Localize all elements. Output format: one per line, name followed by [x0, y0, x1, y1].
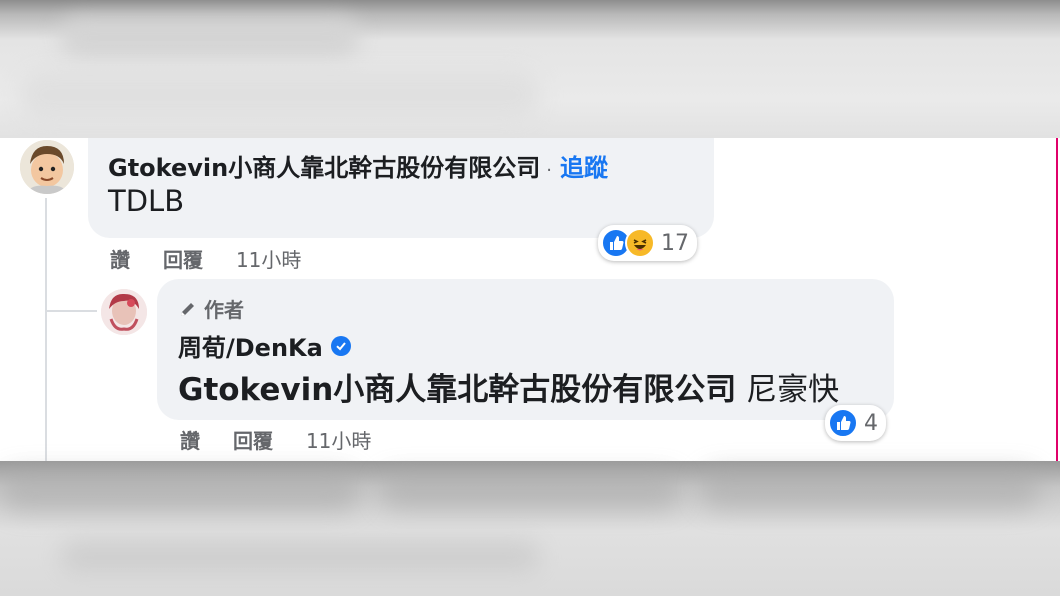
- separator: ·: [546, 160, 552, 181]
- like-button[interactable]: 讚: [180, 425, 200, 454]
- timestamp[interactable]: 11小時: [306, 425, 371, 454]
- blurred-shape: [20, 70, 540, 120]
- blurred-shape: [60, 18, 360, 58]
- comment-actions: 讚 回覆 11小時: [110, 244, 327, 273]
- reply-author-name[interactable]: 周荀/DenKa: [178, 328, 323, 363]
- blurred-shape: [0, 471, 360, 511]
- blurred-shape: [700, 469, 1040, 509]
- reply-button[interactable]: 回覆: [163, 244, 203, 273]
- profile-photo-icon: [101, 289, 147, 335]
- author-badge: 作者: [178, 294, 244, 323]
- blurred-background-bottom: [0, 461, 1060, 596]
- reply-actions: 讚 回覆 11小時: [180, 425, 397, 454]
- follow-button[interactable]: 追蹤: [560, 154, 608, 182]
- reaction-summary[interactable]: 4: [825, 405, 886, 441]
- comment-author-name[interactable]: Gtokevin小商人靠北幹古股份有限公司: [108, 154, 540, 182]
- blurred-shape: [60, 541, 540, 571]
- cartoon-avatar-icon: [20, 140, 74, 194]
- blurred-background-top: [0, 0, 1060, 138]
- reaction-summary[interactable]: 17: [598, 225, 697, 261]
- comment-text: TDLB: [108, 184, 185, 218]
- like-button[interactable]: 讚: [110, 244, 130, 273]
- like-icon: [828, 408, 858, 438]
- reply-button[interactable]: 回覆: [233, 425, 273, 454]
- reply-body: 尼豪快: [746, 372, 840, 408]
- reaction-count: 17: [661, 230, 689, 256]
- mention-link[interactable]: Gtokevin小商人靠北幹古股份有限公司: [178, 372, 736, 408]
- thread-connector-horizontal: [45, 310, 97, 312]
- reply-text: Gtokevin小商人靠北幹古股份有限公司 尼豪快: [178, 364, 839, 409]
- blurred-shape: [380, 473, 680, 509]
- avatar[interactable]: [20, 140, 74, 194]
- edge-line: [1056, 138, 1058, 461]
- reaction-count: 4: [864, 410, 878, 436]
- verified-badge-icon: [330, 335, 351, 356]
- reply-author-line: 周荀/DenKa: [178, 328, 351, 363]
- author-badge-label: 作者: [204, 298, 244, 322]
- comment-author-line: Gtokevin小商人靠北幹古股份有限公司 · 追蹤: [108, 148, 608, 183]
- haha-icon: [625, 228, 655, 258]
- avatar[interactable]: [101, 289, 147, 335]
- pen-icon: [181, 302, 194, 316]
- thread-connector-vertical: [45, 198, 47, 461]
- comment-thread: Gtokevin小商人靠北幹古股份有限公司 · 追蹤 TDLB 讚 回覆 11小時 …: [0, 138, 1060, 461]
- timestamp[interactable]: 11小時: [236, 244, 301, 273]
